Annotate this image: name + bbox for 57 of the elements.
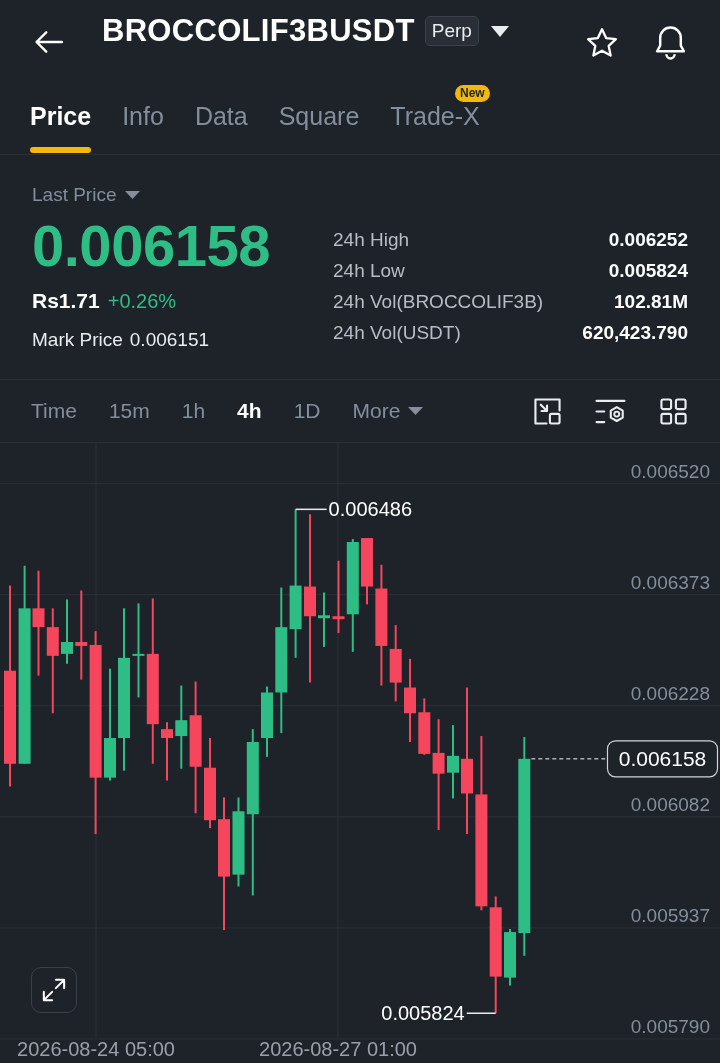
price-axis-label: 0.006373 [630,571,710,593]
price-axis-label: 0.005790 [630,1016,710,1037]
time-axis-label: 2026-08-24 05:00 [17,1038,175,1060]
bell-icon[interactable] [655,26,686,60]
price-axis-label: 0.006228 [630,682,710,704]
contract-type-tag: Perp [424,16,479,46]
section-tab[interactable]: Price [30,103,92,154]
more-menu-button[interactable]: More [352,398,424,424]
stat-value: 0.006252 [608,229,688,251]
interval-tab[interactable]: Time [31,398,77,424]
caret-down-icon [408,407,424,415]
stat-label: 24h High [333,229,410,251]
new-badge: New [455,85,490,102]
price-change: +0.26% [107,289,177,314]
rising-candle [261,686,273,757]
section-tab[interactable]: Trade-X [390,103,480,154]
last-price-label: Last Price [32,184,117,206]
caret-down-icon[interactable] [490,25,509,37]
price-axis-label: 0.005937 [630,904,710,926]
high-price-label: 0.006486 [328,498,412,521]
falling-candle [361,538,373,605]
section-tab[interactable]: Data [194,103,248,154]
last-price: 0.006158 [32,216,270,276]
price-axis-label: 0.006520 [630,460,710,482]
mark-price-value: 0.006151 [129,328,210,352]
section-tab[interactable]: Square [278,103,360,154]
back-arrow-icon[interactable] [34,30,64,54]
interval-tab[interactable]: 1h [181,398,206,424]
indicator-settings-icon[interactable] [595,398,626,424]
leader-line [295,508,327,511]
stat-value: 620,423.790 [582,322,688,344]
last-price-tag: 0.006158 [606,740,719,778]
stat-value: 102.81M [614,291,688,313]
interval-tab[interactable]: 1D [293,398,321,424]
expand-icon [42,978,66,1002]
stat-value: 0.005824 [608,260,688,282]
falling-candle [161,722,173,781]
star-icon[interactable] [586,27,618,58]
fiat-price: Rs1.71 [32,288,100,314]
rising-candle [318,592,330,647]
leader-line [466,1012,496,1014]
time-axis-label: 2026-08-27 01:00 [259,1038,417,1060]
interval-tab[interactable]: 15m [108,398,150,424]
stat-label: 24h Vol(USDT) [333,322,461,344]
expand-button[interactable] [31,967,77,1013]
rising-candle [61,599,73,664]
interval-tab[interactable]: 4h [237,398,262,424]
grid-layout-icon[interactable] [660,397,687,425]
chart-type-icon[interactable] [534,397,561,425]
low-price-label: 0.005824 [381,1002,465,1025]
price-axis-label: 0.006082 [630,793,710,815]
stat-label: 24h Vol(BROCCOLIF3B) [333,291,544,313]
section-tab[interactable]: Info [122,103,164,154]
pair-title: BROCCOLIF3BUSDT [102,13,415,49]
stat-label: 24h Low [333,260,405,282]
mark-price-label: Mark Price [32,328,123,352]
rising-candle [504,929,516,986]
